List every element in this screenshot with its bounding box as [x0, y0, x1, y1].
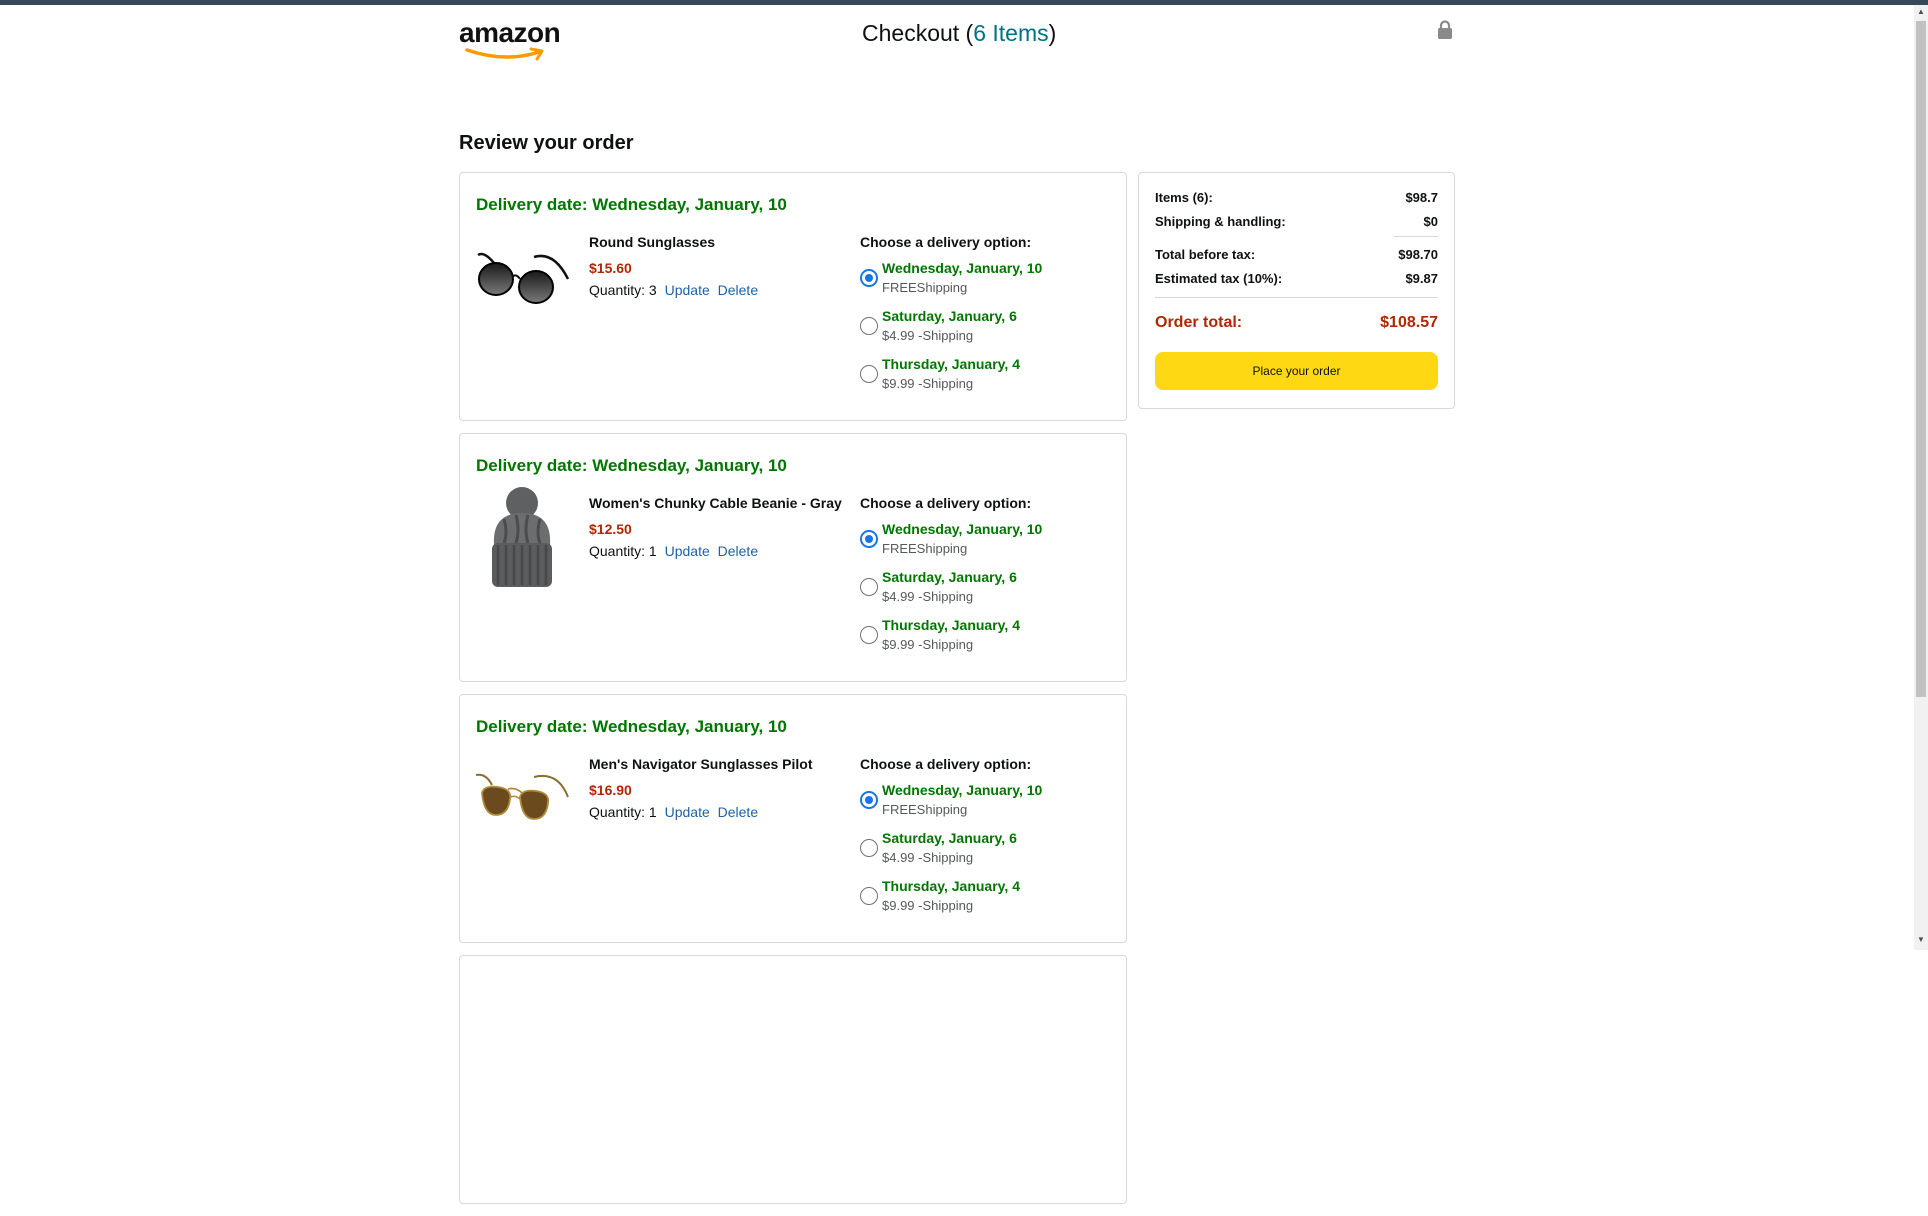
delivery-option[interactable]: Wednesday, January, 10 FREEShipping [860, 781, 1100, 829]
delivery-option-radio[interactable] [860, 578, 878, 596]
order-total-label: Order total: [1155, 314, 1243, 331]
product-name[interactable]: Men's Navigator Sunglasses Pilot [589, 756, 849, 772]
delivery-option[interactable]: Wednesday, January, 10 FREEShipping [860, 259, 1100, 307]
order-summary: Items (6): $98.7 Shipping & handling: $0… [1138, 172, 1455, 409]
product-quantity-row: Quantity: 3 Update Delete [589, 282, 849, 298]
order-item-card: Delivery date: Wednesday, January, 10 Ro… [459, 172, 1127, 421]
delivery-option-radio[interactable] [860, 791, 878, 809]
product-price: $12.50 [589, 521, 632, 537]
product-price: $15.60 [589, 260, 632, 276]
review-order-heading: Review your order [459, 132, 634, 154]
delivery-option[interactable]: Thursday, January, 4 $9.99 -Shipping [860, 877, 1100, 925]
delivery-option-price: $4.99 -Shipping [882, 850, 974, 865]
delivery-option[interactable]: Saturday, January, 6 $4.99 -Shipping [860, 307, 1100, 355]
scroll-down-arrow-icon[interactable]: ▼ [1917, 935, 1925, 944]
product-info: Round Sunglasses $15.60 Quantity: 3 Upda… [589, 234, 849, 298]
delivery-option-price: FREEShipping [882, 802, 968, 817]
item-count-link[interactable]: 6 Items [973, 20, 1048, 46]
product-name[interactable]: Women's Chunky Cable Beanie - Gray [589, 495, 849, 511]
delivery-option-radio[interactable] [860, 530, 878, 548]
delivery-option-radio[interactable] [860, 317, 878, 335]
scrollbar-thumb[interactable] [1916, 21, 1926, 697]
checkout-title: Checkout (6 Items) [862, 20, 1057, 46]
place-order-button[interactable]: Place your order [1155, 352, 1438, 390]
order-item-card: Delivery date: Wednesday, January, 10 Me… [459, 694, 1127, 943]
delivery-option-radio[interactable] [860, 626, 878, 644]
delivery-option-date: Thursday, January, 4 [882, 878, 1020, 894]
order-item-card: Delivery date: Wednesday, January, 10 Wo… [459, 433, 1127, 682]
order-total-value: $108.57 [1380, 314, 1438, 331]
delivery-option-date: Wednesday, January, 10 [882, 782, 1043, 798]
quantity-label: Quantity: 1 [589, 804, 657, 820]
product-info: Women's Chunky Cable Beanie - Gray $12.5… [589, 495, 849, 559]
delivery-date-heading: Delivery date: Wednesday, January, 10 [476, 456, 787, 475]
product-name[interactable]: Round Sunglasses [589, 234, 849, 250]
delete-link[interactable]: Delete [718, 282, 758, 298]
delivery-option-price: $9.99 -Shipping [882, 637, 974, 652]
delivery-options: Choose a delivery option: Wednesday, Jan… [860, 234, 1100, 403]
summary-divider [1155, 297, 1438, 298]
delivery-option-date: Saturday, January, 6 [882, 569, 1017, 585]
delivery-option-date: Saturday, January, 6 [882, 308, 1017, 324]
delivery-option[interactable]: Thursday, January, 4 $9.99 -Shipping [860, 355, 1100, 403]
delivery-date-heading: Delivery date: Wednesday, January, 10 [476, 717, 787, 736]
beanie-icon [492, 487, 552, 587]
delivery-option-date: Thursday, January, 4 [882, 356, 1020, 372]
lock-icon [1438, 20, 1452, 39]
delete-link[interactable]: Delete [718, 543, 758, 559]
delivery-option-price: $4.99 -Shipping [882, 328, 974, 343]
delivery-option-radio[interactable] [860, 269, 878, 287]
delivery-option[interactable]: Wednesday, January, 10 FREEShipping [860, 520, 1100, 568]
delivery-options-title: Choose a delivery option: [860, 756, 1032, 772]
checkout-header: amazon Checkout (6 Items) [459, 5, 1454, 65]
navigator-sunglasses-image[interactable] [474, 753, 570, 849]
order-items-list: Delivery date: Wednesday, January, 10 Ro… [459, 172, 1127, 1216]
delivery-option-price: $9.99 -Shipping [882, 898, 974, 913]
product-price: $16.90 [589, 782, 632, 798]
product-quantity-row: Quantity: 1 Update Delete [589, 804, 849, 820]
delivery-option[interactable]: Saturday, January, 6 $4.99 -Shipping [860, 829, 1100, 877]
amazon-logo[interactable]: amazon [459, 19, 561, 61]
delivery-option-price: FREEShipping [882, 541, 968, 556]
logo-text: amazon [459, 17, 561, 48]
delivery-option[interactable]: Thursday, January, 4 $9.99 -Shipping [860, 616, 1100, 664]
update-link[interactable]: Update [665, 543, 710, 559]
delivery-date-heading: Delivery date: Wednesday, January, 10 [476, 195, 787, 214]
delivery-options: Choose a delivery option: Wednesday, Jan… [860, 756, 1100, 925]
delivery-options: Choose a delivery option: Wednesday, Jan… [860, 495, 1100, 664]
quantity-label: Quantity: 3 [589, 282, 657, 298]
delivery-option-price: $9.99 -Shipping [882, 376, 974, 391]
product-quantity-row: Quantity: 1 Update Delete [589, 543, 849, 559]
round-sunglasses-image[interactable] [474, 231, 570, 327]
vertical-scrollbar[interactable]: ▲ ▼ [1914, 5, 1928, 950]
delivery-options-title: Choose a delivery option: [860, 495, 1032, 511]
delete-link[interactable]: Delete [718, 804, 758, 820]
sunglasses-icon [477, 252, 570, 304]
order-item-card [459, 955, 1127, 1204]
delivery-option-price: FREEShipping [882, 280, 968, 295]
delivery-option-date: Wednesday, January, 10 [882, 521, 1043, 537]
scroll-up-arrow-icon[interactable]: ▲ [1917, 7, 1925, 16]
delivery-option-radio[interactable] [860, 839, 878, 857]
product-info: Men's Navigator Sunglasses Pilot $16.90 … [589, 756, 849, 820]
delivery-options-title: Choose a delivery option: [860, 234, 1032, 250]
delivery-option-date: Thursday, January, 4 [882, 617, 1020, 633]
amazon-smile-arrow-icon [465, 47, 544, 61]
summary-divider [1394, 236, 1438, 237]
aviator-sunglasses-icon [475, 773, 569, 820]
delivery-option-radio[interactable] [860, 887, 878, 905]
quantity-label: Quantity: 1 [589, 543, 657, 559]
delivery-option-date: Saturday, January, 6 [882, 830, 1017, 846]
delivery-option-price: $4.99 -Shipping [882, 589, 974, 604]
delivery-option-date: Wednesday, January, 10 [882, 260, 1043, 276]
delivery-option-radio[interactable] [860, 365, 878, 383]
beanie-image[interactable] [474, 487, 570, 588]
update-link[interactable]: Update [665, 282, 710, 298]
update-link[interactable]: Update [665, 804, 710, 820]
delivery-option[interactable]: Saturday, January, 6 $4.99 -Shipping [860, 568, 1100, 616]
order-total-row: Order total: $108.57 [1155, 314, 1438, 332]
